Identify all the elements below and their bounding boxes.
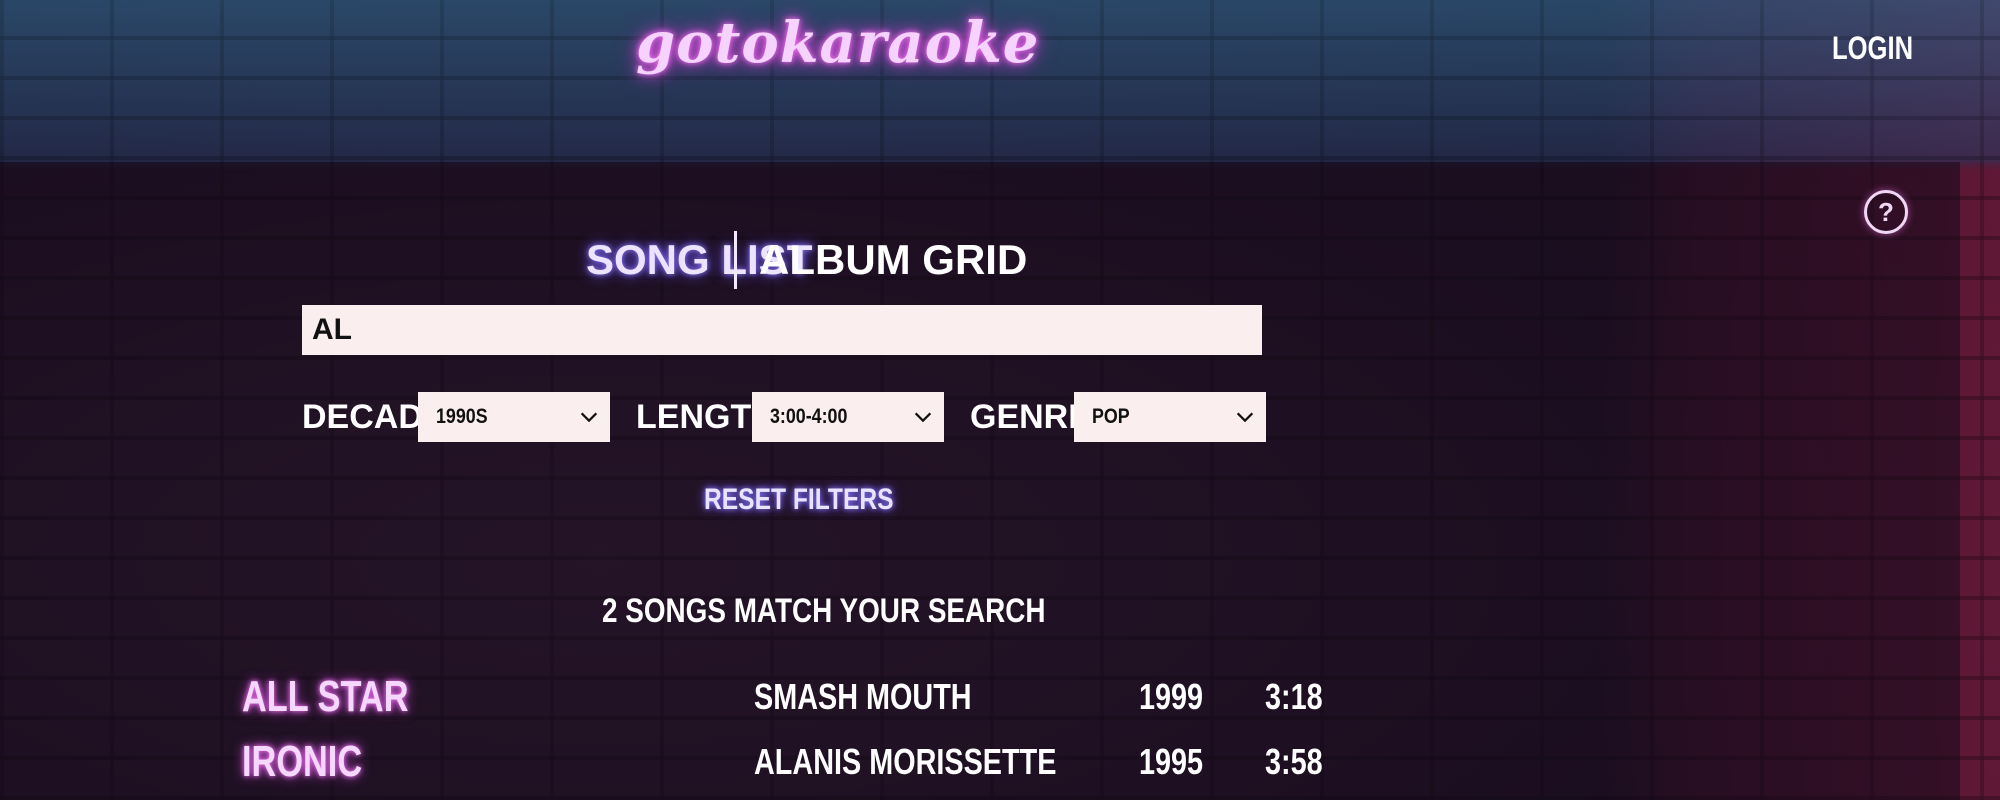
tab-album-grid[interactable]: ALBUM GRID bbox=[759, 236, 1027, 283]
decade-label-wrap: DECADE: bbox=[302, 398, 457, 437]
length-select[interactable]: 3:00-4:00 bbox=[752, 392, 944, 442]
filter-bar: DECADE: 1990S LENGTH: 3:00-4:00 GENRE: P… bbox=[302, 392, 1266, 442]
song-title[interactable]: ALL STAR bbox=[242, 672, 409, 722]
results-summary: 2 SONGS MATCH YOUR SEARCH bbox=[602, 592, 1046, 630]
song-row[interactable]: ALL STAR SMASH MOUTH 1999 3:18 bbox=[0, 672, 2000, 732]
tab-album-grid-wrap: ALBUM GRID bbox=[759, 236, 1027, 284]
chevron-down-icon bbox=[914, 412, 932, 423]
login-link[interactable]: LOGIN bbox=[1832, 30, 1913, 67]
song-title[interactable]: IRONIC bbox=[242, 737, 362, 787]
length-select-value: 3:00-4:00 bbox=[770, 405, 848, 428]
help-glyph: ? bbox=[1878, 196, 1894, 227]
song-artist: SMASH MOUTH bbox=[754, 676, 972, 717]
song-length: 3:58 bbox=[1265, 741, 1323, 782]
tab-divider bbox=[734, 231, 737, 289]
song-row[interactable]: IRONIC ALANIS MORISSETTE 1995 3:58 bbox=[0, 737, 2000, 797]
view-tabs: SONG LIST ALBUM GRID bbox=[586, 230, 1027, 290]
genre-select[interactable]: POP bbox=[1074, 392, 1266, 442]
site-logo[interactable]: gotokaraoke bbox=[636, 10, 1039, 76]
genre-select-value: POP bbox=[1092, 405, 1130, 428]
chevron-down-icon bbox=[1236, 412, 1254, 423]
tab-song-list-wrap: SONG LIST bbox=[586, 236, 812, 284]
song-year: 1999 bbox=[1139, 676, 1204, 717]
search-input[interactable] bbox=[302, 305, 1262, 355]
chevron-down-icon bbox=[580, 412, 598, 423]
song-artist: ALANIS MORISSETTE bbox=[754, 741, 1057, 782]
reset-filters-button[interactable]: RESET FILTERS bbox=[704, 483, 894, 517]
decade-select-value: 1990S bbox=[436, 405, 488, 428]
help-icon[interactable]: ? bbox=[1864, 190, 1908, 234]
length-label-wrap: LENGTH: bbox=[636, 398, 787, 437]
decade-select[interactable]: 1990S bbox=[418, 392, 610, 442]
song-length: 3:18 bbox=[1265, 676, 1323, 717]
song-year: 1995 bbox=[1139, 741, 1204, 782]
genre-label-wrap: GENRE: bbox=[970, 398, 1102, 437]
